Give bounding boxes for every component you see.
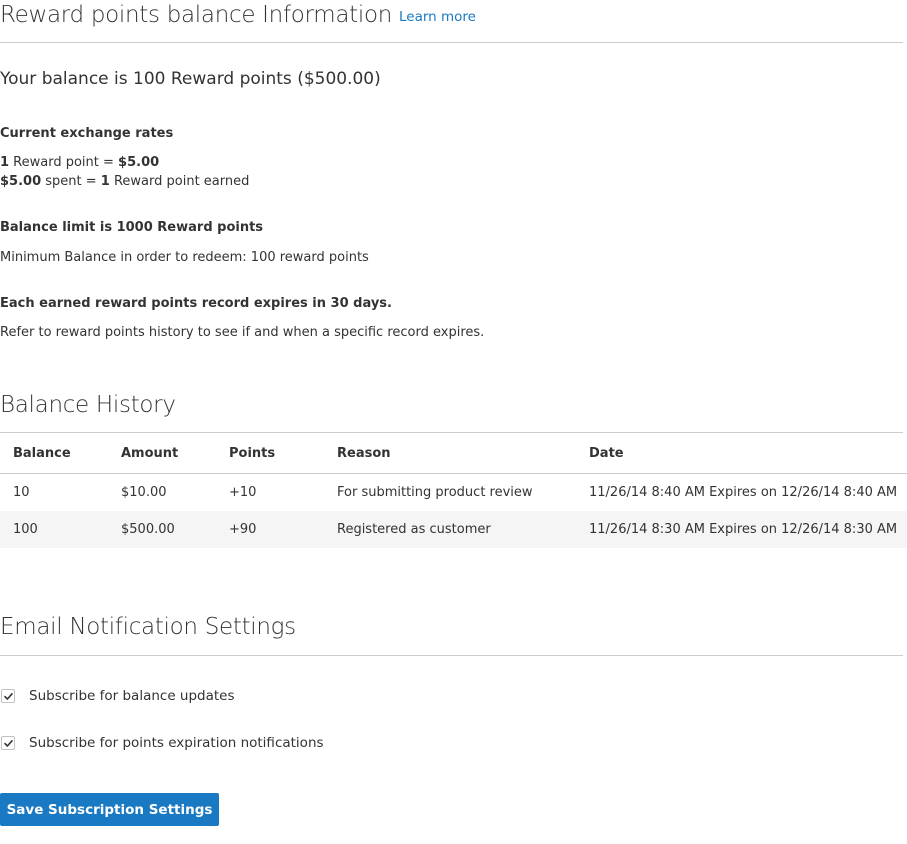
email-notifications-title: Email Notification Settings <box>0 614 296 640</box>
checkmark-icon <box>4 693 13 700</box>
minimum-balance: Minimum Balance in order to redeem: 100 … <box>0 250 369 265</box>
checkmark-icon <box>4 740 13 747</box>
cell-amount: $500.00 <box>108 511 216 548</box>
cell-reason: For submitting product review <box>324 473 576 511</box>
balance-updates-label[interactable]: Subscribe for balance updates <box>29 688 235 704</box>
column-header-date: Date <box>576 433 907 474</box>
page-title: Reward points balance Information <box>0 2 393 28</box>
exchange-rate-point-value: 1 Reward point = $5.00 <box>0 155 160 170</box>
column-header-reason: Reason <box>324 433 576 474</box>
cell-amount: $10.00 <box>108 473 216 511</box>
cell-date: 11/26/14 8:40 AM Expires on 12/26/14 8:4… <box>576 473 907 511</box>
balance-limit: Balance limit is 1000 Reward points <box>0 220 264 235</box>
save-subscription-button[interactable]: Save Subscription Settings <box>0 793 219 826</box>
column-header-amount: Amount <box>108 433 216 474</box>
exchange-rates-heading: Current exchange rates <box>0 126 174 141</box>
table-header-row: Balance Amount Points Reason Date <box>0 433 907 474</box>
column-header-balance: Balance <box>0 433 108 474</box>
table-row: 10 $10.00 +10 For submitting product rev… <box>0 473 907 511</box>
notifications-divider <box>0 655 903 656</box>
table-row: 100 $500.00 +90 Registered as customer 1… <box>0 511 907 548</box>
expiration-heading: Each earned reward points record expires… <box>0 296 392 311</box>
exchange-rate-spend-earn: $5.00 spent = 1 Reward point earned <box>0 174 250 189</box>
learn-more-link[interactable]: Learn more <box>399 9 476 25</box>
expiration-notifications-checkbox[interactable] <box>1 736 15 750</box>
cell-balance: 100 <box>0 511 108 548</box>
balance-history-table: Balance Amount Points Reason Date 10 $10… <box>0 433 907 548</box>
balance-summary: Your balance is 100 Reward points ($500.… <box>0 69 381 89</box>
column-header-points: Points <box>216 433 324 474</box>
balance-updates-checkbox[interactable] <box>1 689 15 703</box>
cell-points: +10 <box>216 473 324 511</box>
cell-points: +90 <box>216 511 324 548</box>
cell-balance: 10 <box>0 473 108 511</box>
expiration-note: Refer to reward points history to see if… <box>0 325 485 340</box>
cell-date: 11/26/14 8:30 AM Expires on 12/26/14 8:3… <box>576 511 907 548</box>
cell-reason: Registered as customer <box>324 511 576 548</box>
expiration-notifications-label[interactable]: Subscribe for points expiration notifica… <box>29 735 324 751</box>
balance-history-title: Balance History <box>0 392 176 418</box>
header-divider <box>0 42 903 43</box>
